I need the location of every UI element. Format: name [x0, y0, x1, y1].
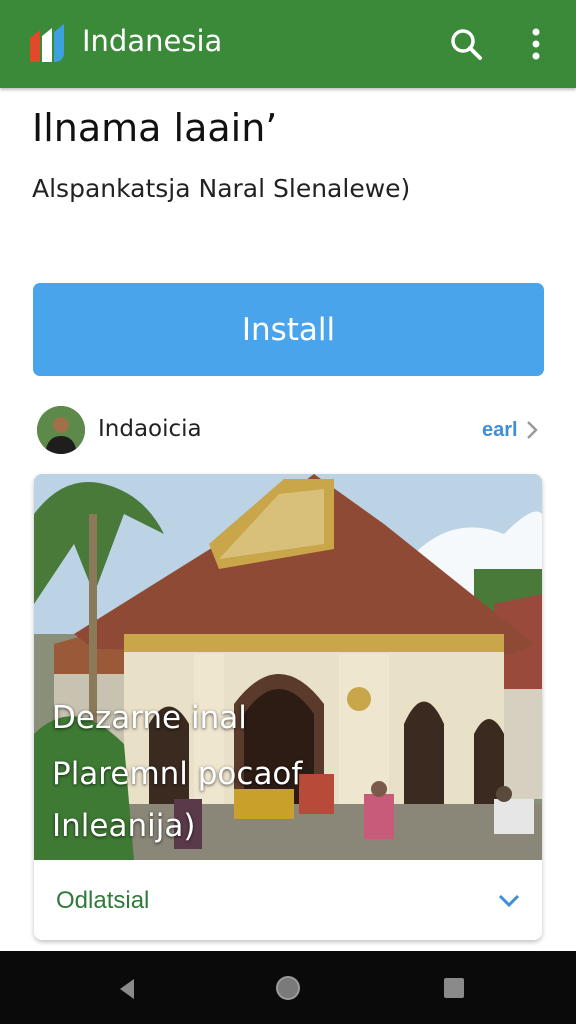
card-footer[interactable]: Odlatsial [34, 860, 542, 940]
home-icon[interactable] [275, 975, 301, 1001]
recents-icon[interactable] [443, 977, 465, 999]
chevron-down-icon[interactable] [496, 890, 522, 910]
install-button[interactable]: Install [33, 283, 544, 376]
developer-link[interactable]: earl [482, 419, 518, 442]
overlay-line-2: Plaremnl pocaof [52, 756, 303, 792]
card-footer-label: Odlatsial [56, 887, 150, 914]
chevron-right-icon[interactable] [522, 418, 542, 442]
app-bar: Indanesia [0, 0, 576, 88]
overlay-line-1: Dezarne inal [52, 700, 247, 736]
developer-name[interactable]: Indaoicia [98, 416, 202, 442]
app-heading: Ilnama laain’ [32, 106, 278, 150]
app-title: Indanesia [82, 24, 223, 58]
more-vert-icon[interactable] [524, 26, 548, 62]
app-logo-icon [30, 24, 64, 62]
overlay-line-3: Inleanija) [52, 808, 196, 844]
back-icon[interactable] [116, 977, 138, 1001]
search-icon[interactable] [448, 26, 484, 62]
person-avatar-icon [37, 406, 85, 454]
app-subheading: Alspankatsja Naral Slenalewe) [32, 174, 411, 203]
temple-photo [34, 474, 542, 860]
featured-card[interactable]: Dezarne inal Plaremnl pocaof Inleanija) … [34, 474, 542, 940]
avatar[interactable] [37, 406, 85, 454]
